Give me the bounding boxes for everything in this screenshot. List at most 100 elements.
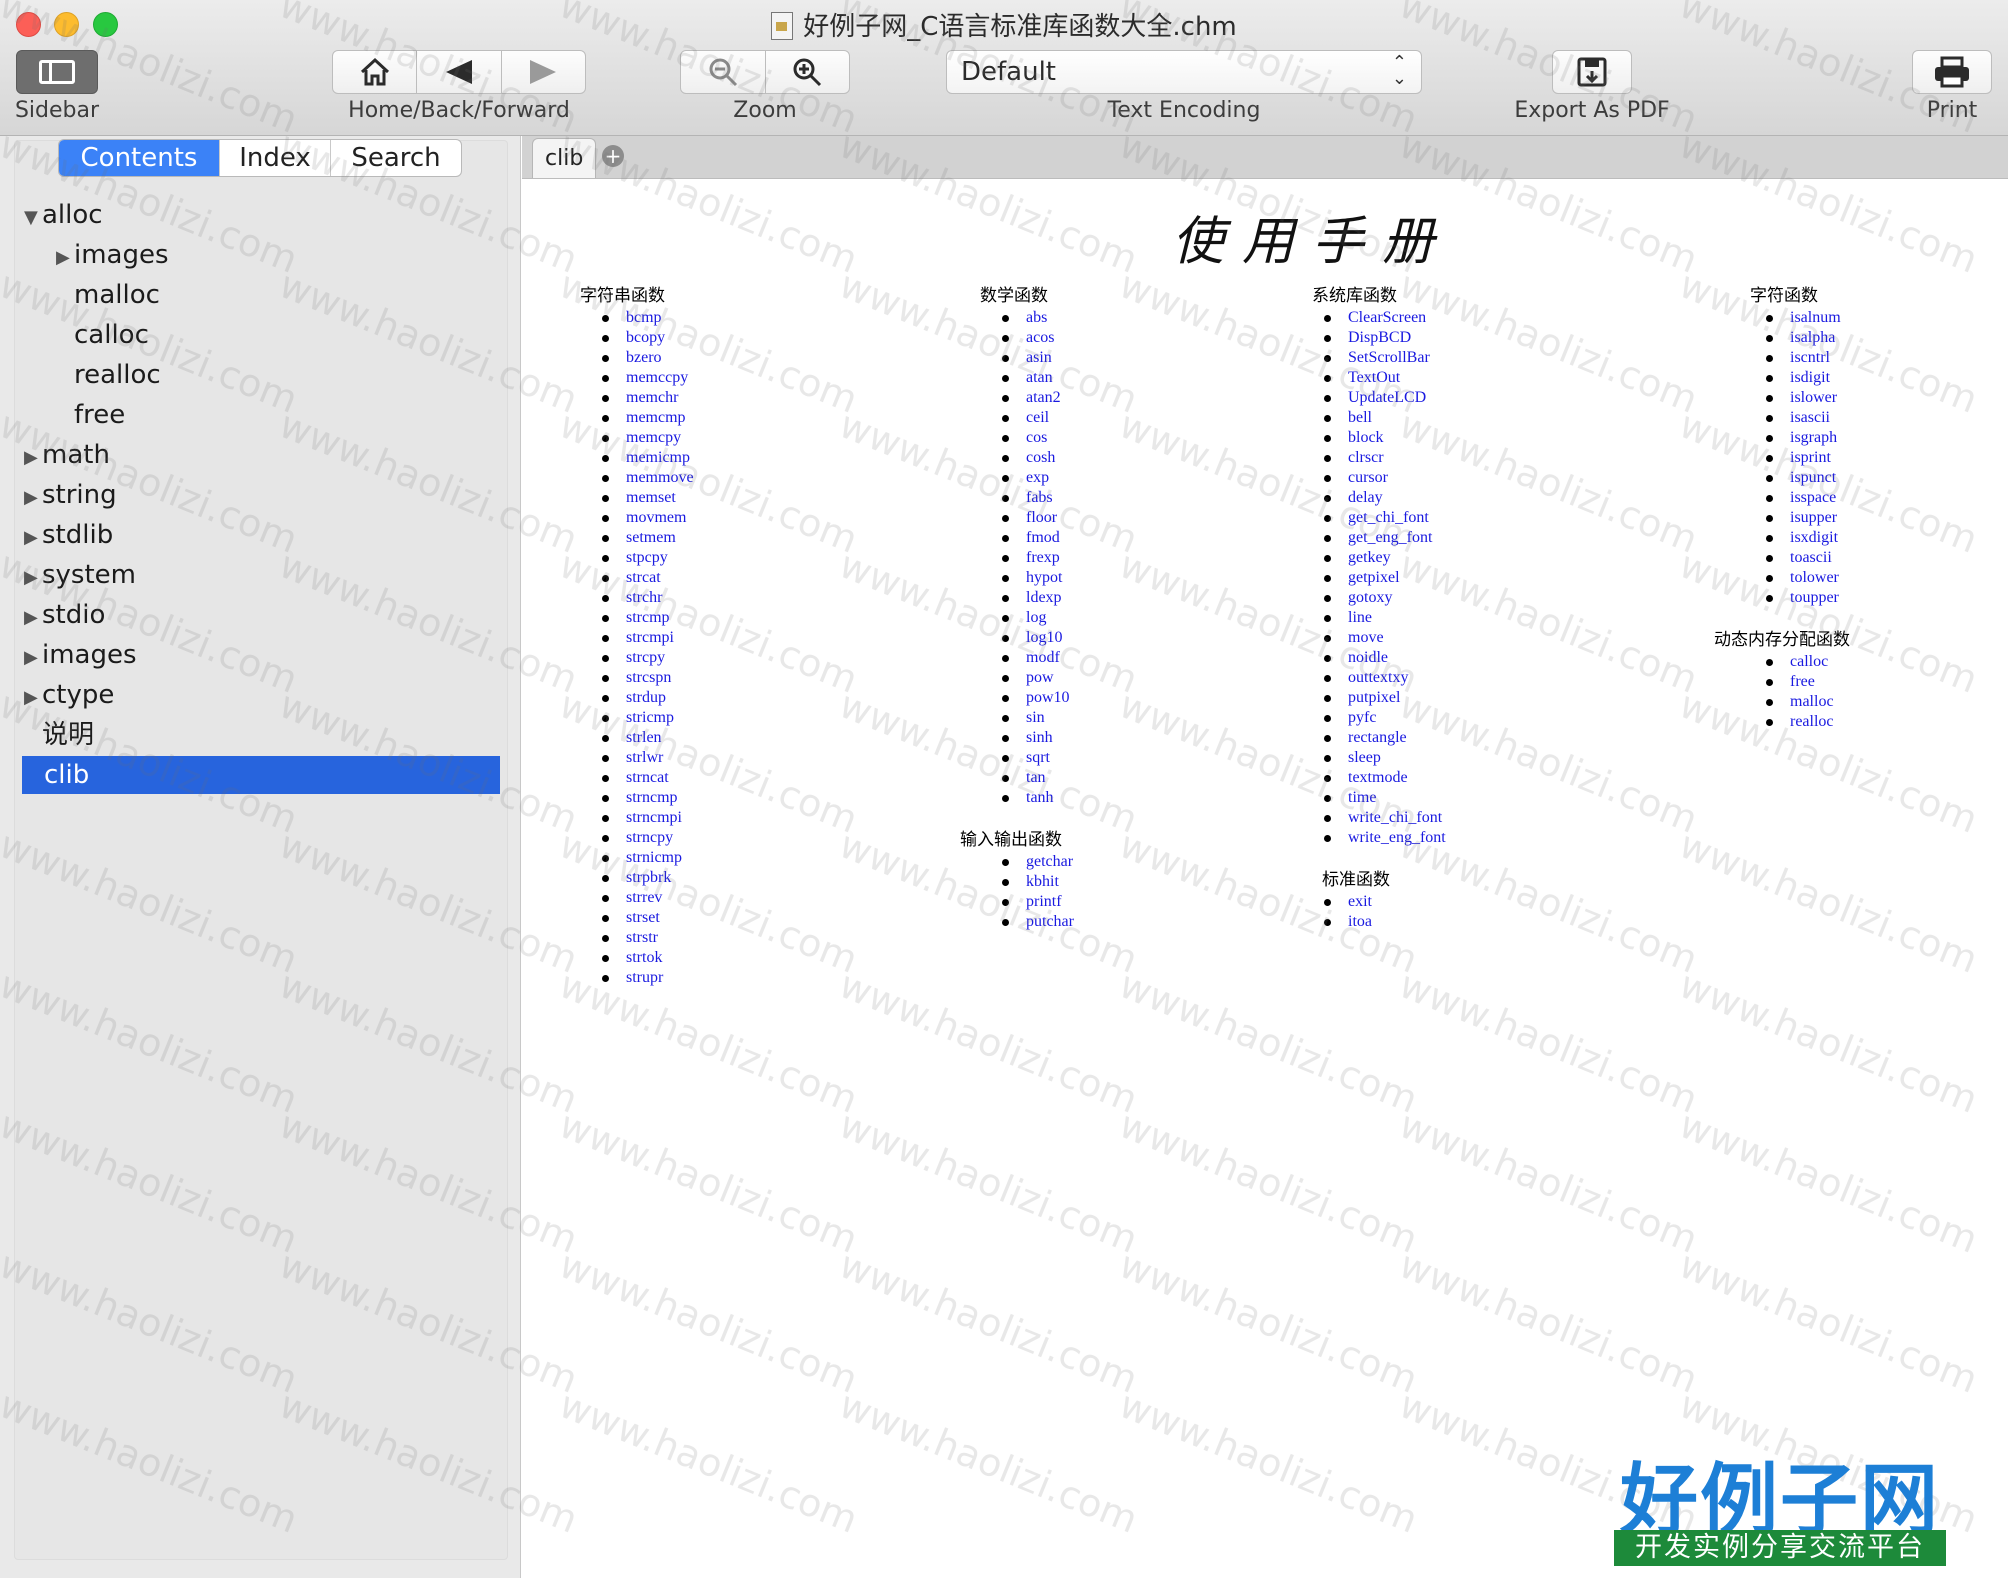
- function-link[interactable]: hypot: [1026, 569, 1062, 586]
- function-link[interactable]: ldexp: [1026, 589, 1062, 606]
- function-link[interactable]: bcmp: [626, 309, 662, 326]
- tree-item-system[interactable]: ▶ system: [24, 556, 136, 594]
- tree-item-readme[interactable]: 说明: [24, 716, 94, 754]
- function-link[interactable]: textmode: [1348, 769, 1408, 786]
- function-link[interactable]: islower: [1790, 389, 1837, 406]
- function-link[interactable]: pow: [1026, 669, 1054, 686]
- function-link[interactable]: sleep: [1348, 749, 1381, 766]
- function-link[interactable]: strcpy: [626, 649, 665, 666]
- function-link[interactable]: pyfc: [1348, 709, 1376, 726]
- function-link[interactable]: atan2: [1026, 389, 1061, 406]
- function-link[interactable]: floor: [1026, 509, 1057, 526]
- disclosure-collapsed-icon[interactable]: ▶: [24, 439, 42, 477]
- export-pdf-button[interactable]: [1552, 50, 1632, 94]
- tree-item-images[interactable]: ▶ images: [56, 236, 169, 274]
- function-link[interactable]: frexp: [1026, 549, 1060, 566]
- function-link[interactable]: isxdigit: [1790, 529, 1838, 546]
- tab-clib[interactable]: clib: [532, 138, 597, 178]
- function-link[interactable]: move: [1348, 629, 1384, 646]
- function-link[interactable]: time: [1348, 789, 1376, 806]
- function-link[interactable]: DispBCD: [1348, 329, 1411, 346]
- function-link[interactable]: cos: [1026, 429, 1047, 446]
- function-link[interactable]: strncmp: [626, 789, 678, 806]
- tree-item-string[interactable]: ▶ string: [24, 476, 117, 514]
- function-link[interactable]: noidle: [1348, 649, 1388, 666]
- function-link[interactable]: printf: [1026, 893, 1062, 910]
- function-link[interactable]: iscntrl: [1790, 349, 1830, 366]
- function-link[interactable]: strupr: [626, 969, 663, 986]
- function-link[interactable]: get_eng_font: [1348, 529, 1432, 546]
- index-segment[interactable]: Index: [220, 140, 331, 176]
- function-link[interactable]: modf: [1026, 649, 1060, 666]
- function-link[interactable]: abs: [1026, 309, 1047, 326]
- function-link[interactable]: strchr: [626, 589, 662, 606]
- function-link[interactable]: toupper: [1790, 589, 1839, 606]
- text-encoding-select[interactable]: Default ⌃ ⌄: [946, 50, 1422, 94]
- function-link[interactable]: bzero: [626, 349, 662, 366]
- function-link[interactable]: atan: [1026, 369, 1053, 386]
- function-link[interactable]: realloc: [1790, 713, 1834, 730]
- function-link[interactable]: strstr: [626, 929, 658, 946]
- tree-item-clib[interactable]: clib: [22, 756, 500, 794]
- tree-item-malloc[interactable]: malloc: [56, 276, 160, 314]
- function-link[interactable]: outtextxy: [1348, 669, 1408, 686]
- disclosure-collapsed-icon[interactable]: ▶: [24, 479, 42, 517]
- search-segment[interactable]: Search: [331, 140, 461, 176]
- function-link[interactable]: get_chi_font: [1348, 509, 1429, 526]
- function-link[interactable]: ClearScreen: [1348, 309, 1426, 326]
- function-link[interactable]: putchar: [1026, 913, 1074, 930]
- function-link[interactable]: isdigit: [1790, 369, 1830, 386]
- function-link[interactable]: free: [1790, 673, 1815, 690]
- function-link[interactable]: isupper: [1790, 509, 1837, 526]
- function-link[interactable]: isgraph: [1790, 429, 1837, 446]
- function-link[interactable]: calloc: [1790, 653, 1828, 670]
- function-link[interactable]: log: [1026, 609, 1046, 626]
- function-link[interactable]: sinh: [1026, 729, 1053, 746]
- function-link[interactable]: strncat: [626, 769, 669, 786]
- function-link[interactable]: strset: [626, 909, 660, 926]
- tree-item-stdlib[interactable]: ▶ stdlib: [24, 516, 113, 554]
- function-link[interactable]: line: [1348, 609, 1372, 626]
- function-link[interactable]: getchar: [1026, 853, 1073, 870]
- function-link[interactable]: strcmpi: [626, 629, 674, 646]
- function-link[interactable]: exp: [1026, 469, 1049, 486]
- function-link[interactable]: cursor: [1348, 469, 1388, 486]
- function-link[interactable]: ceil: [1026, 409, 1049, 426]
- forward-button[interactable]: [502, 51, 585, 93]
- function-link[interactable]: isalpha: [1790, 329, 1835, 346]
- function-link[interactable]: TextOut: [1348, 369, 1400, 386]
- function-link[interactable]: strcmp: [626, 609, 670, 626]
- tree-item-ctype[interactable]: ▶ ctype: [24, 676, 114, 714]
- function-link[interactable]: fmod: [1026, 529, 1060, 546]
- function-link[interactable]: isascii: [1790, 409, 1830, 426]
- function-link[interactable]: stricmp: [626, 709, 674, 726]
- tree-item-free[interactable]: free: [56, 396, 125, 434]
- disclosure-collapsed-icon[interactable]: ▶: [24, 679, 42, 717]
- function-link[interactable]: strcspn: [626, 669, 671, 686]
- tree-item-realloc[interactable]: realloc: [56, 356, 161, 394]
- function-link[interactable]: memccpy: [626, 369, 688, 386]
- function-link[interactable]: memmove: [626, 469, 694, 486]
- function-link[interactable]: acos: [1026, 329, 1054, 346]
- add-tab-plus-icon[interactable]: +: [602, 145, 624, 167]
- function-link[interactable]: getkey: [1348, 549, 1391, 566]
- function-link[interactable]: memset: [626, 489, 676, 506]
- disclosure-collapsed-icon[interactable]: ▶: [24, 519, 42, 557]
- home-button[interactable]: [333, 51, 418, 93]
- function-link[interactable]: memchr: [626, 389, 678, 406]
- function-link[interactable]: log10: [1026, 629, 1062, 646]
- tree-item-alloc[interactable]: ▼ alloc: [24, 196, 103, 234]
- function-link[interactable]: cosh: [1026, 449, 1055, 466]
- tree-item-images[interactable]: ▶ images: [24, 636, 137, 674]
- function-link[interactable]: tan: [1026, 769, 1046, 786]
- function-link[interactable]: clrscr: [1348, 449, 1384, 466]
- function-link[interactable]: strpbrk: [626, 869, 671, 886]
- function-link[interactable]: strncpy: [626, 829, 673, 846]
- function-link[interactable]: sin: [1026, 709, 1045, 726]
- function-link[interactable]: strncmpi: [626, 809, 682, 826]
- function-link[interactable]: UpdateLCD: [1348, 389, 1426, 406]
- function-link[interactable]: stpcpy: [626, 549, 668, 566]
- function-link[interactable]: tolower: [1790, 569, 1839, 586]
- function-link[interactable]: bell: [1348, 409, 1372, 426]
- tree-item-math[interactable]: ▶ math: [24, 436, 110, 474]
